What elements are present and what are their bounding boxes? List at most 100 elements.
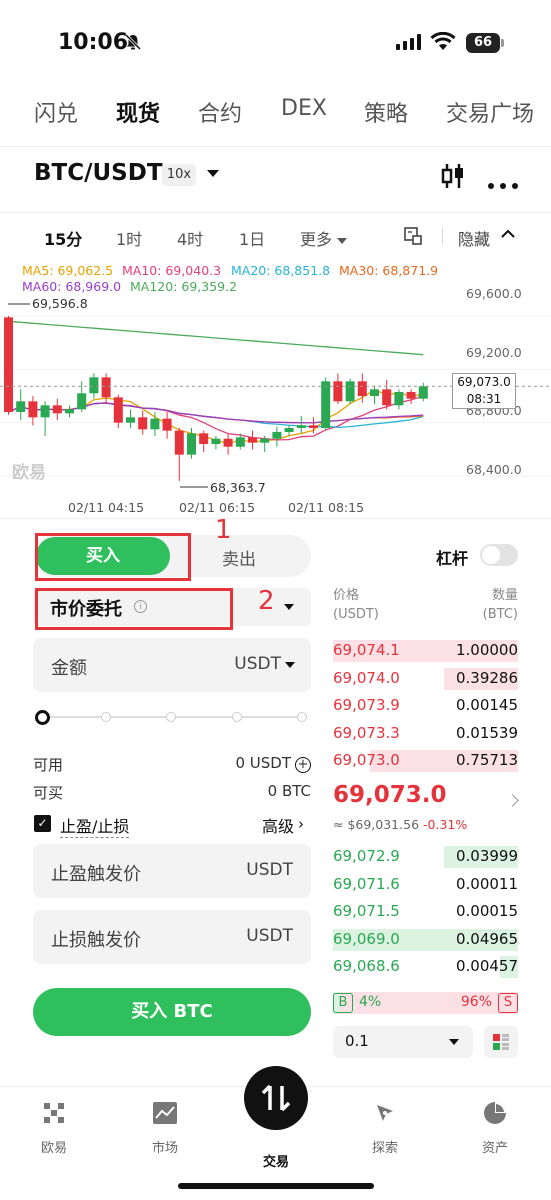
sell-tab-button[interactable]: 卖出 (222, 545, 256, 570)
divider (0, 518, 551, 519)
high-price-label: 69,596.8 (32, 296, 88, 311)
caret-down-icon[interactable] (285, 662, 295, 668)
slider-tick-25[interactable] (101, 712, 111, 722)
candle-body (272, 432, 282, 439)
leverage-badge: 10x (162, 164, 196, 186)
bid-row[interactable]: 69,071.5 0.00015 (333, 901, 518, 923)
chevron-right-icon[interactable] (506, 794, 519, 807)
orderbook-layout-icon[interactable] (484, 1026, 518, 1058)
tab-dex[interactable]: DEX (281, 96, 327, 121)
ask-row[interactable]: 69,073.9 0.00145 (333, 695, 518, 717)
candle-body (138, 417, 148, 430)
available-value: 0 USDT (235, 754, 291, 772)
status-bar: 10:06 66 (0, 0, 551, 80)
annotation-number-1: 1 (215, 515, 232, 545)
divider (0, 146, 551, 147)
status-time: 10:06 (58, 30, 129, 55)
okx-logo-icon (44, 1103, 64, 1123)
last-price[interactable]: 69,073.0 (333, 782, 447, 808)
slider-handle[interactable] (35, 710, 50, 725)
tab-swap[interactable]: 闪兑 (34, 96, 78, 128)
timeframe-1d[interactable]: 1日 (239, 226, 265, 250)
candle-body (284, 428, 294, 432)
ask-row[interactable]: 69,073.3 0.01539 (333, 723, 518, 745)
candle-body (382, 389, 392, 406)
slider-tick-100[interactable] (297, 712, 307, 722)
candle-body (370, 389, 379, 396)
bid-row[interactable]: 69,069.0 0.04965 (333, 928, 518, 951)
timeframe-15m[interactable]: 15分 (44, 226, 82, 250)
more-icon[interactable] (488, 174, 518, 193)
battery-cap (501, 39, 504, 47)
available-value-wrap: 0 USDT + (235, 754, 311, 773)
ask-price: 69,074.0 (333, 668, 400, 687)
tab-futures[interactable]: 合约 (198, 96, 242, 128)
amount-unit[interactable]: USDT (234, 654, 281, 674)
nav-discover[interactable]: 探索 (345, 1101, 425, 1156)
ask-row[interactable]: 69,074.0 0.39286 (333, 667, 518, 690)
advanced-link[interactable]: 高级 (262, 813, 294, 837)
toggle-knob (482, 546, 500, 564)
leverage-toggle[interactable] (480, 544, 518, 566)
add-funds-icon[interactable]: + (295, 757, 311, 773)
candlestick-icon[interactable] (440, 162, 466, 194)
ma120-label: MA120: 69,359.2 (130, 279, 238, 294)
depth-value: 0.1 (345, 1032, 369, 1050)
bid-row[interactable]: 69,068.6 0.00457 (333, 956, 518, 978)
buy-percent: 4% (359, 994, 382, 1010)
bid-price: 69,071.6 (333, 874, 400, 893)
candle-body (150, 418, 160, 430)
amount-slider[interactable] (35, 710, 307, 725)
depth-precision-select[interactable]: 0.1 (333, 1026, 473, 1058)
timeframe-1h[interactable]: 1时 (116, 226, 142, 250)
chevron-up-icon[interactable] (500, 226, 516, 246)
tab-trading-square[interactable]: 交易广场 (446, 96, 534, 128)
ask-price: 69,074.1 (333, 641, 400, 659)
nav-label: 市场 (151, 1141, 178, 1156)
trade-fab-button[interactable] (244, 1066, 308, 1130)
candle-body (4, 317, 13, 412)
candle-body (126, 417, 135, 423)
ask-row[interactable]: 69,073.0 0.75713 (333, 750, 518, 772)
nav-market[interactable]: 市场 (125, 1101, 205, 1156)
slider-tick-75[interactable] (232, 712, 242, 722)
bid-row[interactable]: 69,071.6 0.00011 (333, 874, 518, 896)
slider-tick-50[interactable] (166, 712, 176, 722)
y-tick: 69,200.0 (466, 345, 522, 360)
caret-down-icon[interactable] (284, 604, 294, 610)
ma5-line (8, 389, 424, 445)
timeframe-more-label: 更多 (300, 230, 333, 249)
candle-body (248, 437, 257, 443)
ma30-label: MA30: 68,871.9 (339, 263, 439, 278)
nav-label: 探索 (371, 1141, 398, 1156)
take-profit-field[interactable]: 止盈触发价 USDT (33, 844, 311, 898)
ask-price: 69,073.9 (333, 696, 400, 714)
ask-qty: 0.01539 (455, 723, 518, 742)
bid-row[interactable]: 69,072.9 0.03999 (333, 846, 518, 868)
timeframe-4h[interactable]: 4时 (177, 226, 203, 250)
buy-btc-button[interactable]: 买入 BTC (33, 988, 311, 1036)
nav-label: 欧易 (40, 1141, 67, 1156)
ob-qty-header: 数量 (BTC) (476, 586, 518, 624)
nav-okx[interactable]: 欧易 (14, 1101, 94, 1156)
tab-spot[interactable]: 现货 (116, 96, 160, 128)
chevron-right-icon[interactable]: › (298, 815, 304, 833)
nav-assets[interactable]: 资产 (455, 1101, 535, 1156)
pair-dropdown-icon[interactable] (207, 170, 219, 177)
nav-trade[interactable]: 交易 (236, 1143, 316, 1170)
amount-field[interactable]: 金额 USDT (33, 638, 311, 692)
divider (442, 226, 443, 246)
tab-strategy[interactable]: 策略 (364, 96, 408, 128)
pair-title[interactable]: BTC/USDT (34, 160, 163, 186)
leverage-label: 杠杆 (436, 549, 469, 568)
candle-body (333, 381, 343, 402)
hide-chart-button[interactable]: 隐藏 (458, 226, 490, 250)
tpsl-checkbox[interactable]: ✓ (34, 815, 51, 832)
timeframe-more[interactable]: 更多 (300, 226, 348, 250)
stop-loss-field[interactable]: 止损触发价 USDT (33, 910, 311, 964)
tpsl-label[interactable]: 止盈/止损 (60, 813, 130, 838)
ask-row[interactable]: 69,074.1 1.00000 (333, 640, 518, 662)
candle-body (345, 381, 355, 402)
indicator-icon[interactable] (404, 227, 422, 249)
annotation-box-1 (35, 533, 191, 581)
